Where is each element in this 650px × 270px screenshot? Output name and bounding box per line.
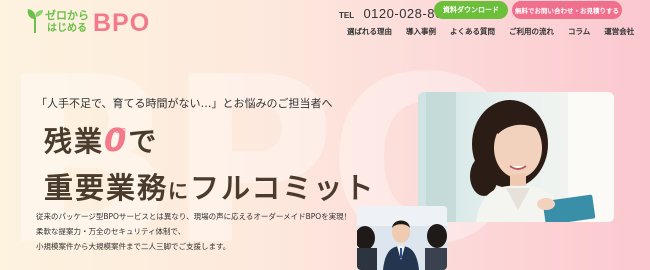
hero-description-line3: 小規模案件から大規模案件まで二人三脚でご支援します。 (36, 242, 231, 251)
hero-photo-businessmen (357, 206, 447, 270)
headline-de: で (128, 125, 159, 158)
nav-item-flow[interactable]: ご利用の流れ (509, 26, 554, 37)
contact-quote-button[interactable]: 無料でお問い合わせ・お見積りする (512, 1, 622, 19)
hero-headline-line1: 残業0で (44, 120, 158, 160)
leaf-icon (27, 9, 43, 33)
logo-text-bottom: はじめる (47, 23, 87, 34)
hero-description-line2: 柔軟な提案力・万全のセキュリティ体制で、 (36, 227, 186, 236)
logo-text-top: ゼロから (45, 9, 89, 22)
hero-headline-line2: 重要業務にフルコミット (44, 165, 375, 207)
site-logo[interactable]: ゼロから はじめる BPO (26, 6, 156, 40)
hero-description-line1: 従来のパッケージ型BPOサービスとは異なり、現場の声に応えるオーダーメイドBPO… (36, 212, 352, 221)
hero-photo-woman (418, 92, 614, 222)
hero-tagline: 「人手不足で、育てる時間がない…」とお悩みのご担当者へ (36, 97, 333, 110)
headline-ni: に (168, 179, 191, 203)
tel-label: TEL (339, 11, 355, 20)
nav-item-column[interactable]: コラム (568, 26, 590, 37)
nav-item-reasons[interactable]: 選ばれる理由 (347, 26, 392, 37)
logo-text-bpo: BPO (93, 9, 151, 37)
download-brochure-button[interactable]: 資料ダウンロード (434, 1, 508, 19)
nav-item-faq[interactable]: よくある質問 (450, 26, 495, 37)
headline-zangyo: 残業 (44, 125, 105, 158)
nav-item-cases[interactable]: 導入事例 (406, 26, 436, 37)
global-nav: 選ばれる理由 導入事例 よくある質問 ご利用の流れ コラム 運営会社 (347, 26, 648, 37)
headline-full-commit: フルコミット (190, 171, 376, 205)
headline-zero: 0 (104, 121, 129, 159)
nav-item-company[interactable]: 運営会社 (604, 26, 634, 37)
headline-important-work: 重要業務 (44, 171, 169, 205)
businessmen-illustration (357, 206, 447, 270)
woman-illustration (418, 92, 614, 222)
